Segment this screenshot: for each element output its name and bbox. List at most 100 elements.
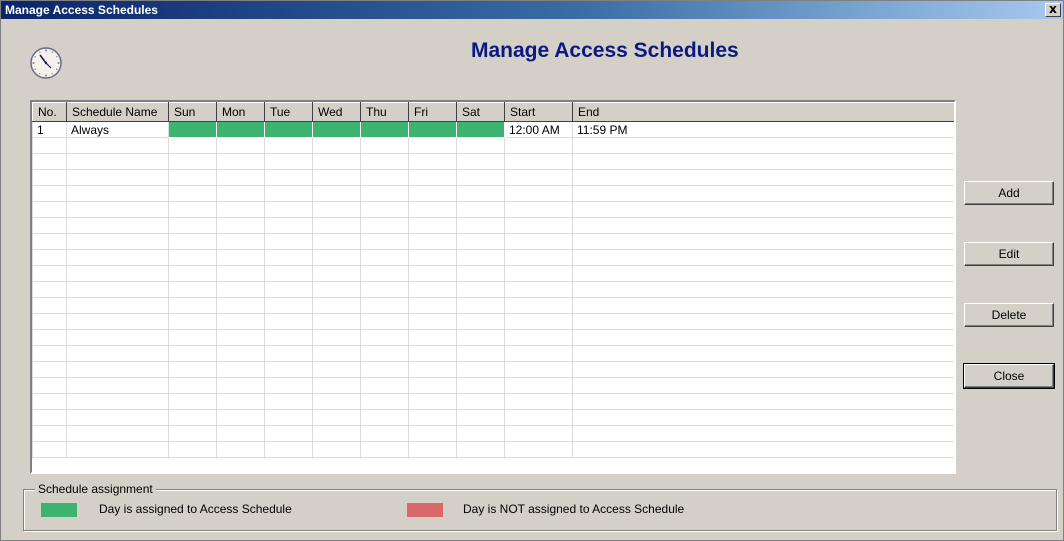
empty-cell [504, 441, 573, 458]
empty-cell [456, 425, 505, 442]
table-row[interactable] [32, 265, 954, 282]
table-row[interactable]: 1 Always 12:00 AM 11:59 PM [32, 121, 954, 138]
column-header[interactable]: Fri [408, 102, 457, 122]
table-row[interactable] [32, 361, 954, 378]
empty-cell [456, 297, 505, 314]
manage-access-schedules-window: Manage Access Schedules x Manage Access … [0, 0, 1064, 541]
table-row[interactable] [32, 425, 954, 442]
empty-cell [504, 361, 573, 378]
empty-cell [408, 441, 457, 458]
empty-cell [456, 233, 505, 250]
add-button[interactable]: Add [964, 181, 1054, 205]
empty-cell [312, 409, 361, 426]
column-header[interactable]: Tue [264, 102, 313, 122]
empty-cell [456, 281, 505, 298]
column-header[interactable]: Thu [360, 102, 409, 122]
schedule-grid[interactable]: No. Schedule Name Sun Mon Tue Wed Thu Fri Sat Sta… [30, 100, 956, 474]
edit-button[interactable]: Edit [964, 242, 1054, 266]
title-bar[interactable]: Manage Access Schedules x [1, 1, 1063, 19]
table-row[interactable] [32, 393, 954, 410]
empty-cell [66, 185, 169, 202]
table-row[interactable] [32, 217, 954, 234]
empty-cell [168, 409, 217, 426]
empty-cell [504, 393, 573, 410]
empty-cell [264, 393, 313, 410]
table-row[interactable] [32, 377, 954, 394]
table-row[interactable] [32, 409, 954, 426]
table-row[interactable] [32, 169, 954, 186]
empty-cell [32, 313, 67, 330]
column-header[interactable]: No. [32, 102, 67, 122]
empty-cell [572, 185, 954, 202]
empty-cell [32, 153, 67, 170]
assigned-legend-label: Day is assigned to Access Schedule [99, 502, 292, 516]
table-row[interactable] [32, 345, 954, 362]
assigned-color-swatch [41, 503, 77, 517]
empty-cell [504, 249, 573, 266]
day-cell [408, 121, 457, 138]
window-title: Manage Access Schedules [5, 3, 158, 17]
empty-cell [572, 233, 954, 250]
table-row[interactable] [32, 313, 954, 330]
empty-cell [312, 361, 361, 378]
empty-cell [504, 281, 573, 298]
empty-cell [168, 345, 217, 362]
table-row[interactable] [32, 297, 954, 314]
empty-cell [360, 377, 409, 394]
table-row[interactable] [32, 185, 954, 202]
column-header[interactable]: Wed [312, 102, 361, 122]
table-row[interactable] [32, 441, 954, 458]
empty-cell [456, 201, 505, 218]
table-row[interactable] [32, 201, 954, 218]
empty-cell [168, 185, 217, 202]
close-window-button[interactable]: x [1045, 3, 1061, 17]
empty-cell [66, 297, 169, 314]
empty-cell [32, 265, 67, 282]
table-row[interactable] [32, 233, 954, 250]
empty-cell [264, 233, 313, 250]
empty-cell [312, 377, 361, 394]
empty-cell [504, 345, 573, 362]
empty-cell [504, 169, 573, 186]
table-row[interactable] [32, 329, 954, 346]
table-row[interactable] [32, 249, 954, 266]
empty-cell [264, 425, 313, 442]
empty-cell [572, 409, 954, 426]
empty-cell [312, 185, 361, 202]
empty-cell [312, 201, 361, 218]
empty-cell [216, 249, 265, 266]
close-button[interactable]: Close [963, 363, 1055, 389]
empty-cell [216, 233, 265, 250]
empty-cell [456, 153, 505, 170]
table-row[interactable] [32, 137, 954, 154]
empty-cell [168, 361, 217, 378]
empty-cell [66, 377, 169, 394]
empty-cell [216, 409, 265, 426]
table-row[interactable] [32, 153, 954, 170]
empty-cell [66, 201, 169, 218]
empty-cell [456, 169, 505, 186]
delete-button[interactable]: Delete [964, 303, 1054, 327]
empty-cell [216, 297, 265, 314]
column-header[interactable]: End [572, 102, 954, 122]
column-header[interactable]: Sat [456, 102, 505, 122]
empty-cell [408, 281, 457, 298]
empty-cell [572, 265, 954, 282]
empty-cell [360, 185, 409, 202]
column-header[interactable]: Mon [216, 102, 265, 122]
empty-cell [66, 137, 169, 154]
column-header[interactable]: Schedule Name [66, 102, 169, 122]
empty-cell [504, 297, 573, 314]
empty-cell [264, 217, 313, 234]
empty-cell [456, 265, 505, 282]
table-row[interactable] [32, 281, 954, 298]
empty-cell [32, 249, 67, 266]
empty-cell [66, 265, 169, 282]
column-header[interactable]: Sun [168, 102, 217, 122]
empty-cell [504, 425, 573, 442]
empty-cell [216, 153, 265, 170]
column-header[interactable]: Start [504, 102, 573, 122]
empty-cell [66, 217, 169, 234]
empty-cell [360, 425, 409, 442]
empty-cell [360, 313, 409, 330]
